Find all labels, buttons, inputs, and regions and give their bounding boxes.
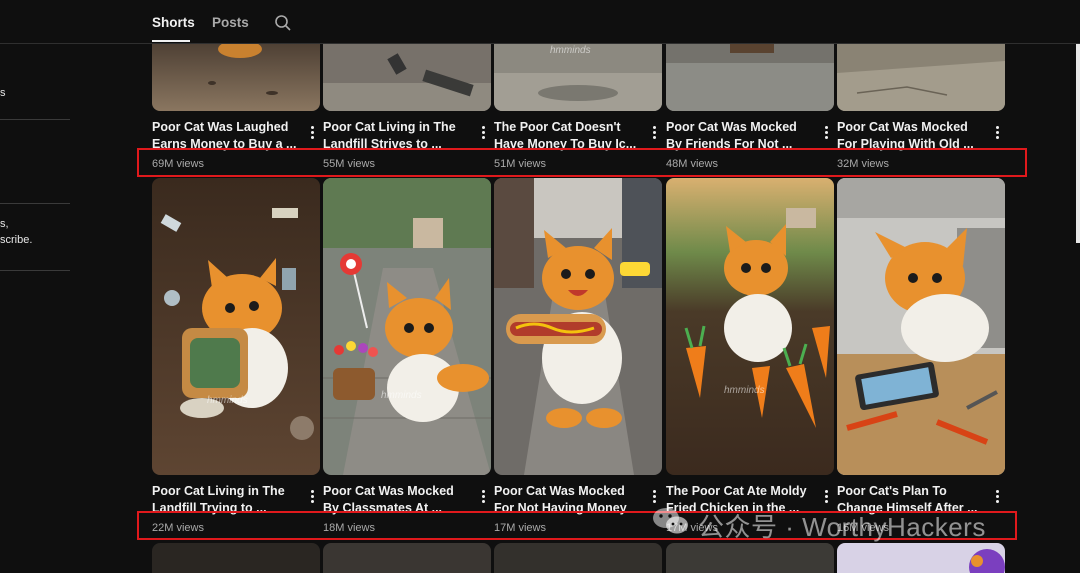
more-options-icon[interactable] xyxy=(481,490,487,505)
short-thumbnail[interactable]: hmminds xyxy=(666,178,834,475)
search-icon[interactable] xyxy=(274,14,292,37)
sidebar-snippet: scribe. xyxy=(0,234,33,246)
short-thumbnail[interactable] xyxy=(494,543,662,573)
active-tab-indicator xyxy=(152,40,190,42)
overlay-watermark: 公众号 · WorthyHackers xyxy=(698,512,986,542)
more-options-icon[interactable] xyxy=(652,126,658,141)
short-thumbnail[interactable] xyxy=(152,543,320,573)
sidebar-snippet: s xyxy=(0,87,6,99)
sidebar-snippet: s, xyxy=(0,218,9,230)
more-options-icon[interactable] xyxy=(310,490,316,505)
short-thumbnail[interactable]: hmminds xyxy=(152,178,320,475)
more-options-icon[interactable] xyxy=(824,126,830,141)
more-options-icon[interactable] xyxy=(995,126,1001,141)
short-thumbnail[interactable] xyxy=(666,43,834,111)
more-options-icon[interactable] xyxy=(652,490,658,505)
thumbnail-watermark: hmminds xyxy=(381,390,422,401)
short-thumbnail[interactable] xyxy=(837,43,1005,111)
views-highlight-box xyxy=(137,148,1027,177)
short-thumbnail[interactable]: hmminds xyxy=(494,43,662,111)
more-options-icon[interactable] xyxy=(995,490,1001,505)
sidebar: s s, scribe. xyxy=(0,0,70,568)
short-thumbnail[interactable] xyxy=(666,543,834,573)
short-thumbnail[interactable] xyxy=(837,543,1005,573)
thumbnail-watermark: hmminds xyxy=(550,45,591,56)
thumbnail-watermark: hmminds xyxy=(724,385,765,396)
short-thumbnail[interactable] xyxy=(837,178,1005,475)
sidebar-divider xyxy=(0,203,70,204)
short-thumbnail[interactable] xyxy=(323,43,491,111)
more-options-icon[interactable] xyxy=(481,126,487,141)
more-options-icon[interactable] xyxy=(310,126,316,141)
sidebar-divider xyxy=(0,270,70,271)
tab-posts[interactable]: Posts xyxy=(212,15,249,30)
wechat-icon xyxy=(651,505,691,542)
short-thumbnail[interactable] xyxy=(323,543,491,573)
channel-tabs-bar: Shorts Posts xyxy=(0,0,1080,44)
thumbnail-watermark: hmminds xyxy=(207,395,248,406)
short-thumbnail[interactable] xyxy=(152,43,320,111)
sidebar-divider xyxy=(0,119,70,120)
short-thumbnail[interactable] xyxy=(494,178,662,475)
tab-shorts[interactable]: Shorts xyxy=(152,15,195,30)
more-options-icon[interactable] xyxy=(824,490,830,505)
short-thumbnail[interactable]: hmminds xyxy=(323,178,491,475)
